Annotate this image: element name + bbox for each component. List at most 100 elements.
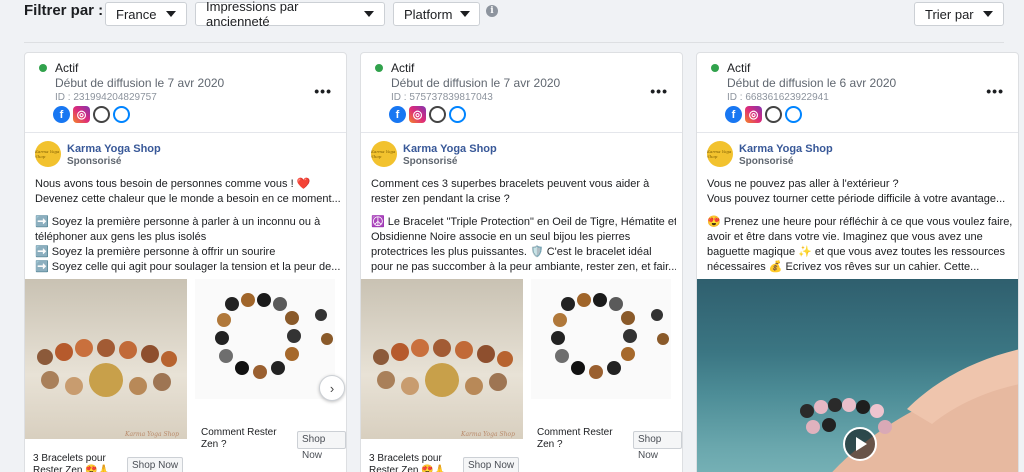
sort-dropdown[interactable]: Trier par xyxy=(914,2,1004,26)
body-line: baguette magique ✨ et que vous avez tout… xyxy=(707,246,1006,258)
facebook-icon: f xyxy=(725,106,742,123)
bead xyxy=(828,398,842,412)
card-divider xyxy=(361,132,682,133)
bead xyxy=(822,418,836,432)
ad-card: Actif Début de diffusion le 7 avr 2020 I… xyxy=(360,52,683,472)
shop-now-button[interactable]: Shop Now xyxy=(127,457,184,472)
body-line: Vous ne pouvez pas aller à l'extérieur ? xyxy=(707,178,899,190)
ad-body-text: Nous avons tous besoin de personnes comm… xyxy=(35,177,340,275)
page-name-link[interactable]: Karma Yoga Shop xyxy=(67,143,161,155)
page-name-link[interactable]: Karma Yoga Shop xyxy=(739,143,833,155)
chevron-down-icon xyxy=(364,11,374,17)
sponsored-label: Sponsorisé xyxy=(67,156,122,167)
active-dot-icon xyxy=(39,64,47,72)
carousel-caption: Comment Rester Zen ? xyxy=(537,427,613,450)
audience-network-icon xyxy=(765,106,782,123)
chevron-down-icon xyxy=(166,11,176,17)
ad-card: Actif Début de diffusion le 7 avr 2020 I… xyxy=(24,52,347,472)
ad-card: Actif Début de diffusion le 6 avr 2020 I… xyxy=(696,52,1019,472)
more-icon[interactable]: ••• xyxy=(986,83,1004,99)
chevron-down-icon xyxy=(460,11,471,17)
carousel-caption: 3 Bracelets pour Rester Zen 😍🙏 xyxy=(33,453,111,472)
chevron-right-icon[interactable]: › xyxy=(319,375,345,401)
impressions-dropdown[interactable]: Impressions par ancienneté xyxy=(195,0,385,29)
instagram-icon: ◎ xyxy=(73,106,90,123)
sponsored-label: Sponsorisé xyxy=(739,156,794,167)
watermark: Karma Yoga Shop xyxy=(461,431,515,438)
audience-network-icon xyxy=(93,106,110,123)
body-line: Comment ces 3 superbes bracelets peuvent… xyxy=(371,178,650,190)
body-line: Devenez cette chaleur que le monde a bes… xyxy=(35,193,340,205)
platform-icons: f ◎ xyxy=(53,106,130,123)
bracelet-photo xyxy=(195,279,335,399)
filter-divider xyxy=(24,42,1004,43)
country-dropdown[interactable]: France xyxy=(105,2,187,26)
carousel-image-bracelets[interactable]: Karma Yoga Shop xyxy=(361,279,523,439)
messenger-icon xyxy=(449,106,466,123)
status-label: Actif xyxy=(391,61,415,75)
bracelet-photo: Karma Yoga Shop xyxy=(361,279,523,439)
bead xyxy=(814,400,828,414)
status: Actif xyxy=(39,61,78,75)
bead xyxy=(878,420,892,434)
chevron-down-icon xyxy=(983,11,993,17)
page-name-link[interactable]: Karma Yoga Shop xyxy=(403,143,497,155)
bead xyxy=(856,400,870,414)
filter-bar: Filtrer par : France Impressions par anc… xyxy=(0,0,1024,44)
carousel-caption: 3 Bracelets pour Rester Zen 😍🙏 xyxy=(369,453,447,472)
shop-now-button[interactable]: Shop Now xyxy=(633,431,682,461)
watermark: Karma Yoga Shop xyxy=(125,431,179,438)
start-date: Début de diffusion le 7 avr 2020 xyxy=(55,76,225,90)
bead xyxy=(806,420,820,434)
bead xyxy=(842,398,856,412)
carousel-image-tiger-eye[interactable] xyxy=(531,279,671,399)
avatar[interactable]: Karma Yoga Shop xyxy=(707,141,733,167)
carousel-image-bracelets[interactable]: Karma Yoga Shop xyxy=(25,279,187,439)
sort-dropdown-value: Trier par xyxy=(925,6,974,22)
body-line: téléphoner aux gens les plus isolés xyxy=(35,231,207,243)
status: Actif xyxy=(711,61,750,75)
messenger-icon xyxy=(785,106,802,123)
instagram-icon: ◎ xyxy=(745,106,762,123)
shop-now-button[interactable]: Shop Now xyxy=(297,431,346,461)
instagram-icon: ◎ xyxy=(409,106,426,123)
platform-dropdown[interactable]: Platform xyxy=(393,2,480,26)
body-line: Nous avons tous besoin de personnes comm… xyxy=(35,178,311,190)
audience-network-icon xyxy=(429,106,446,123)
ad-body-text: Vous ne pouvez pas aller à l'extérieur ?… xyxy=(707,177,1012,275)
body-line: ➡️ Soyez celle qui agit pour soulager la… xyxy=(35,261,340,273)
bracelet-photo xyxy=(531,279,671,399)
status-label: Actif xyxy=(55,61,79,75)
info-icon[interactable]: i xyxy=(486,5,498,17)
facebook-icon: f xyxy=(53,106,70,123)
ad-body-text: Comment ces 3 superbes bracelets peuvent… xyxy=(371,177,676,275)
body-line: pour ne pas succomber à la peur ambiante… xyxy=(371,261,676,273)
avatar[interactable]: Karma Yoga Shop xyxy=(371,141,397,167)
body-line: rester zen pendant la crise ? xyxy=(371,193,510,205)
start-date: Début de diffusion le 6 avr 2020 xyxy=(727,76,897,90)
card-divider xyxy=(25,132,346,133)
sponsored-label: Sponsorisé xyxy=(403,156,458,167)
carousel-caption: Comment Rester Zen ? xyxy=(201,427,277,450)
ad-id: ID : 231994204829757 xyxy=(55,92,157,103)
more-icon[interactable]: ••• xyxy=(650,83,668,99)
messenger-icon xyxy=(113,106,130,123)
body-line: protectrices les plus puissantes. 🛡️ C'e… xyxy=(371,246,652,258)
card-divider xyxy=(697,132,1018,133)
body-line: avoir et être dans votre vie. Imaginez q… xyxy=(707,231,983,243)
ad-video[interactable] xyxy=(697,279,1018,472)
avatar[interactable]: Karma Yoga Shop xyxy=(35,141,61,167)
body-line: nécessaires 💰 Ecrivez vos rêves sur un c… xyxy=(707,261,980,273)
platform-dropdown-value: Platform xyxy=(404,6,453,22)
bracelet-photo: Karma Yoga Shop xyxy=(25,279,187,439)
start-date: Début de diffusion le 7 avr 2020 xyxy=(391,76,561,90)
shop-now-button[interactable]: Shop Now xyxy=(463,457,520,472)
carousel-image-tiger-eye[interactable] xyxy=(195,279,335,399)
ad-id: ID : 575737839817043 xyxy=(391,92,493,103)
facebook-icon: f xyxy=(389,106,406,123)
play-icon[interactable] xyxy=(843,427,877,461)
country-dropdown-value: France xyxy=(116,6,157,22)
more-icon[interactable]: ••• xyxy=(314,83,332,99)
